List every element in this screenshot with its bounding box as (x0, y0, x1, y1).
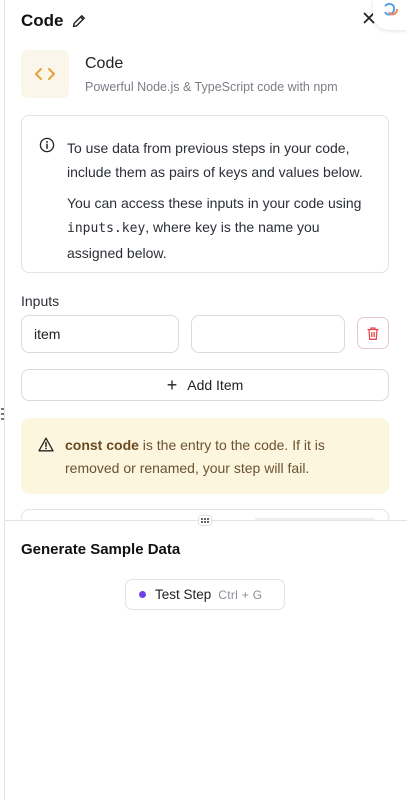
keyboard-shortcut: Ctrl + G (218, 587, 263, 602)
app-name: Code (85, 55, 124, 72)
input-key-field[interactable]: item (21, 315, 179, 353)
test-step-label: Test Step (155, 587, 212, 602)
inline-code: inputs.key (67, 221, 146, 236)
code-brackets-icon (21, 50, 69, 98)
corner-badge (373, 0, 407, 30)
warning-callout: const code is the entry to the code. If … (21, 418, 389, 494)
app-summary: Code Powerful Node.js & TypeScript code … (21, 50, 388, 100)
input-value-field[interactable] (191, 315, 345, 353)
sample-data-title: Generate Sample Data (21, 541, 181, 558)
add-item-label: Add Item (187, 377, 244, 393)
warning-code: const code (65, 437, 139, 453)
delete-input-button[interactable] (357, 317, 389, 349)
test-step-button[interactable]: Test Step Ctrl + G (125, 579, 285, 610)
app-badge-icon (384, 2, 398, 16)
inputs-label: Inputs (21, 293, 60, 309)
app-description: Powerful Node.js & TypeScript code with … (85, 80, 338, 94)
info-text-1: To use data from previous steps in your … (67, 140, 363, 180)
plus-icon: + (166, 375, 178, 395)
panel-title: Code (21, 11, 64, 30)
warning-triangle-icon (38, 437, 54, 452)
info-callout: To use data from previous steps in your … (21, 115, 389, 273)
add-item-button[interactable]: + Add Item (21, 369, 389, 401)
drag-handle-icon[interactable] (198, 515, 212, 526)
panel-header: Code (21, 0, 407, 34)
edit-pencil-icon[interactable] (71, 13, 87, 29)
trash-icon (367, 326, 379, 340)
code-step-panel: Code Code Powerful Node.js & TypeScript … (4, 0, 407, 800)
info-text-2: You can access these inputs in your code… (67, 195, 362, 261)
status-dot (139, 591, 146, 598)
info-icon (39, 137, 55, 153)
